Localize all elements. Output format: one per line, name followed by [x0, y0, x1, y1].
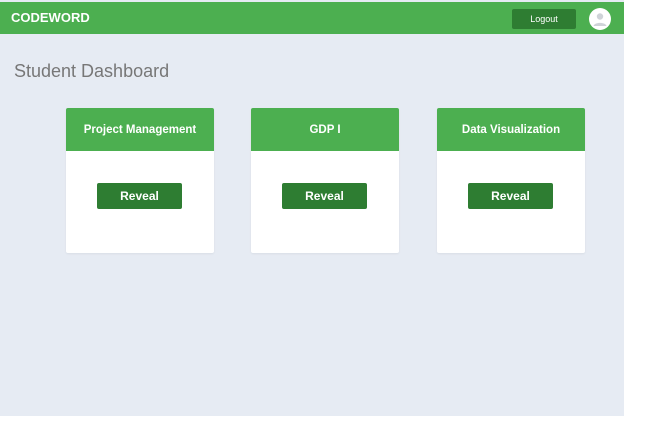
- reveal-button[interactable]: Reveal: [282, 183, 367, 209]
- reveal-button[interactable]: Reveal: [97, 183, 182, 209]
- card-title: Data Visualization: [437, 108, 585, 151]
- card-title: Project Management: [66, 108, 214, 151]
- logout-button[interactable]: Logout: [512, 9, 576, 29]
- card-title: GDP I: [251, 108, 399, 151]
- course-card: Data Visualization Reveal: [437, 108, 585, 253]
- page-title: Student Dashboard: [14, 61, 170, 81]
- user-avatar-icon[interactable]: [589, 8, 611, 30]
- course-card: GDP I Reveal: [251, 108, 399, 253]
- app-window: CODEWORD Logout Student Dashboard Projec…: [0, 0, 624, 416]
- brand-logo-text[interactable]: CODEWORD: [11, 10, 90, 25]
- course-card: Project Management Reveal: [66, 108, 214, 253]
- top-navbar: CODEWORD Logout: [0, 2, 624, 34]
- reveal-button[interactable]: Reveal: [468, 183, 553, 209]
